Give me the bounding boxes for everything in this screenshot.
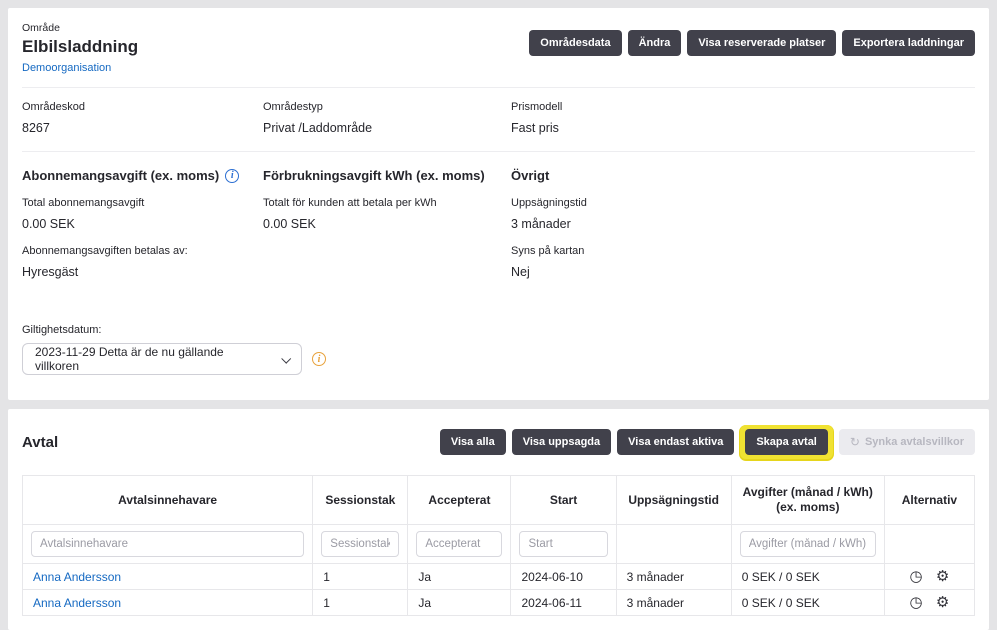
notice-period-value: 3 månader <box>616 564 731 590</box>
area-kicker-label: Område <box>22 22 138 35</box>
agreements-title: Avtal <box>22 434 58 451</box>
table-row: Anna Andersson 1 Ja 2024-06-10 3 månader… <box>23 564 975 590</box>
area-type-label: Områdestyp <box>263 101 511 114</box>
per-kwh-label: Totalt för kunden att betala per kWh <box>263 197 511 210</box>
usage-statistics-icon[interactable]: ◷ <box>904 595 927 610</box>
show-terminated-button[interactable]: Visa uppsagda <box>512 429 611 455</box>
agreements-card: Avtal Visa alla Visa uppsagda Visa endas… <box>8 409 989 630</box>
header-actions: Områdesdata Ändra Visa reserverade plats… <box>529 22 975 56</box>
table-row: Anna Andersson 1 Ja 2024-06-11 3 månader… <box>23 590 975 616</box>
notice-period-label: Uppsägningstid <box>511 197 975 210</box>
session-cap-filter-input[interactable] <box>321 531 399 557</box>
start-value: 2024-06-11 <box>511 590 616 616</box>
subscription-fee-column: Abonnemangsavgift (ex. moms) i Total abo… <box>22 168 263 280</box>
holder-filter-input[interactable] <box>31 531 304 557</box>
export-charges-button[interactable]: Exportera laddningar <box>842 30 975 56</box>
agreement-holder-link[interactable]: Anna Andersson <box>33 570 121 584</box>
notice-period-value: 3 månader <box>511 217 975 232</box>
area-details-card: Område Elbilsladdning Demoorganisation O… <box>8 8 989 400</box>
usage-statistics-icon[interactable]: ◷ <box>904 569 927 584</box>
page-title: Elbilsladdning <box>22 36 138 57</box>
area-type-field: Områdestyp Privat /Laddområde <box>263 101 511 136</box>
price-model-field: Prismodell Fast pris <box>511 101 975 136</box>
agreements-actions: Visa alla Visa uppsagda Visa endast akti… <box>440 425 975 459</box>
create-agreement-button[interactable]: Skapa avtal <box>745 429 828 455</box>
table-header-row: Avtalsinnehavare Sessionstak Accepterat … <box>23 476 975 525</box>
notice-period-filter-empty <box>616 525 731 564</box>
agreement-holder-link[interactable]: Anna Andersson <box>33 596 121 610</box>
show-active-only-button[interactable]: Visa endast aktiva <box>617 429 734 455</box>
show-all-button[interactable]: Visa alla <box>440 429 506 455</box>
fee-paid-by-label: Abonnemangsavgiften betalas av: <box>22 245 263 258</box>
page: Område Elbilsladdning Demoorganisation O… <box>0 0 997 601</box>
start-value: 2024-06-10 <box>511 564 616 590</box>
organisation-link[interactable]: Demoorganisation <box>22 62 111 75</box>
price-model-value: Fast pris <box>511 121 975 136</box>
visible-on-map-label: Syns på kartan <box>511 245 975 258</box>
other-column: Övrigt Uppsägningstid 3 månader Syns på … <box>511 168 975 280</box>
area-data-button[interactable]: Områdesdata <box>529 30 621 56</box>
validity-row: 2023-11-29 Detta är de nu gällande villk… <box>22 343 975 375</box>
visible-on-map-value: Nej <box>511 265 975 280</box>
area-code-field: Områdeskod 8267 <box>22 101 263 136</box>
sync-icon: ↻ <box>850 436 860 448</box>
sync-agreement-terms-button[interactable]: ↻ Synka avtalsvillkor <box>839 429 975 455</box>
other-heading: Övrigt <box>511 168 549 184</box>
warning-icon[interactable]: i <box>312 352 326 366</box>
show-reserved-spots-button[interactable]: Visa reserverade platser <box>687 30 836 56</box>
header-holder: Avtalsinnehavare <box>23 476 313 525</box>
agreements-table: Avtalsinnehavare Sessionstak Accepterat … <box>22 475 975 616</box>
header-options: Alternativ <box>884 476 974 525</box>
area-info-row: Områdeskod 8267 Områdestyp Privat /Laddo… <box>22 88 975 152</box>
pricing-section: Abonnemangsavgift (ex. moms) i Total abo… <box>22 152 975 280</box>
validity-date-selected-option: 2023-11-29 Detta är de nu gällande villk… <box>35 345 270 373</box>
accepted-value: Ja <box>408 564 511 590</box>
area-code-label: Områdeskod <box>22 101 263 114</box>
total-subscription-fee-label: Total abonnemangsavgift <box>22 197 263 210</box>
agreements-header: Avtal Visa alla Visa uppsagda Visa endas… <box>22 425 975 459</box>
consumption-fee-column: Förbrukningsavgift kWh (ex. moms) Totalt… <box>263 168 511 280</box>
gear-icon[interactable]: ⚙ <box>931 569 954 584</box>
notice-period-value: 3 månader <box>616 590 731 616</box>
header-start: Start <box>511 476 616 525</box>
header-fees: Avgifter (månad / kWh) (ex. moms) <box>731 476 884 525</box>
table-filter-row <box>23 525 975 564</box>
session-cap-value: 1 <box>313 590 408 616</box>
other-heading-row: Övrigt <box>511 168 975 184</box>
subscription-fee-heading-row: Abonnemangsavgift (ex. moms) i <box>22 168 263 184</box>
validity-date-label: Giltighetsdatum: <box>22 324 975 336</box>
gear-icon[interactable]: ⚙ <box>931 595 954 610</box>
per-kwh-value: 0.00 SEK <box>263 217 511 232</box>
area-code-value: 8267 <box>22 121 263 136</box>
accepted-filter-input[interactable] <box>416 531 502 557</box>
chevron-down-icon <box>281 353 291 363</box>
subscription-fee-heading: Abonnemangsavgift (ex. moms) <box>22 168 219 184</box>
header-notice-period: Uppsägningstid <box>616 476 731 525</box>
accepted-value: Ja <box>408 590 511 616</box>
fees-filter-input[interactable] <box>740 531 876 557</box>
options-filter-empty <box>884 525 974 564</box>
area-header: Område Elbilsladdning Demoorganisation O… <box>22 22 975 88</box>
consumption-fee-heading-row: Förbrukningsavgift kWh (ex. moms) <box>263 168 511 184</box>
title-block: Område Elbilsladdning Demoorganisation <box>22 22 138 76</box>
header-session-cap: Sessionstak <box>313 476 408 525</box>
options-cell: ◷ ⚙ <box>884 590 974 616</box>
session-cap-value: 1 <box>313 564 408 590</box>
options-cell: ◷ ⚙ <box>884 564 974 590</box>
info-icon[interactable]: i <box>225 169 239 183</box>
fees-value: 0 SEK / 0 SEK <box>731 590 884 616</box>
validity-date-select[interactable]: 2023-11-29 Detta är de nu gällande villk… <box>22 343 302 375</box>
total-subscription-fee-value: 0.00 SEK <box>22 217 263 232</box>
price-model-label: Prismodell <box>511 101 975 114</box>
sync-agreement-terms-label: Synka avtalsvillkor <box>865 436 964 448</box>
highlight-annotation: Skapa avtal <box>740 425 833 459</box>
start-filter-input[interactable] <box>519 531 607 557</box>
edit-button[interactable]: Ändra <box>628 30 682 56</box>
area-type-value: Privat /Laddområde <box>263 121 511 136</box>
header-accepted: Accepterat <box>408 476 511 525</box>
fee-paid-by-value: Hyresgäst <box>22 265 263 280</box>
consumption-fee-heading: Förbrukningsavgift kWh (ex. moms) <box>263 168 485 184</box>
fees-value: 0 SEK / 0 SEK <box>731 564 884 590</box>
validity-section: Giltighetsdatum: 2023-11-29 Detta är de … <box>22 324 975 375</box>
